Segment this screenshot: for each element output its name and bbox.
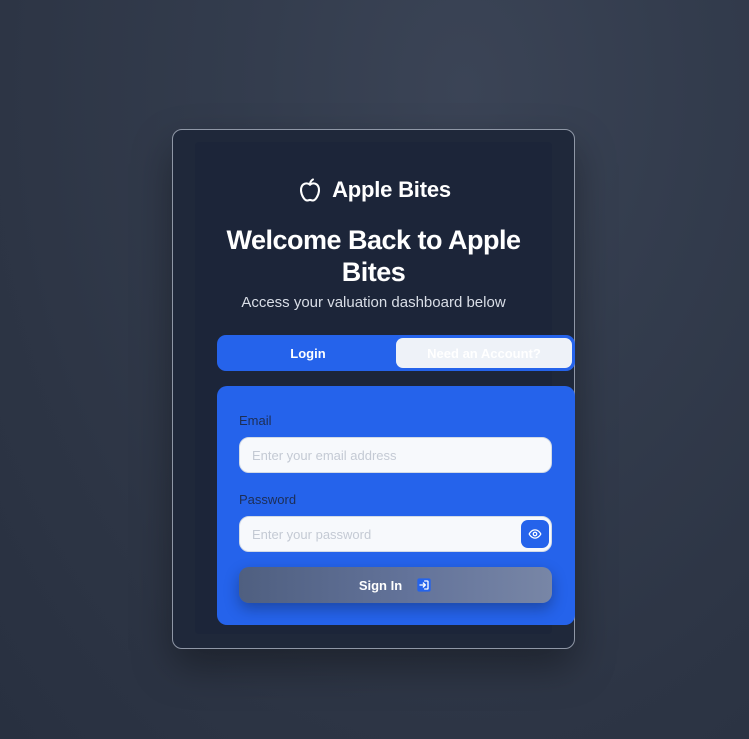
brand-header: Apple Bites — [195, 176, 552, 204]
card-content: Apple Bites Welcome Back to Apple Bites … — [195, 142, 575, 634]
email-label: Email — [239, 413, 272, 428]
page-subtitle: Access your valuation dashboard below — [241, 294, 506, 311]
eye-icon — [528, 529, 542, 539]
page-title: Welcome Back to Apple Bites — [226, 225, 521, 287]
login-form: Email Password Sign In — [217, 386, 575, 625]
tab-need-account[interactable]: Need an Account? — [396, 338, 572, 368]
brand-name: Apple Bites — [332, 177, 451, 202]
auth-tabs: Login Need an Account? — [217, 335, 575, 371]
tab-login[interactable]: Login — [220, 338, 396, 368]
password-label: Password — [239, 492, 297, 507]
password-field[interactable] — [239, 516, 552, 552]
sign-in-button[interactable]: Sign In — [239, 567, 552, 603]
login-card: Apple Bites Welcome Back to Apple Bites … — [172, 129, 575, 649]
sign-in-icon — [417, 578, 431, 592]
sign-in-label: Sign In — [358, 577, 403, 593]
email-field[interactable] — [239, 437, 552, 473]
apple-icon — [300, 178, 321, 202]
toggle-password-visibility-button[interactable] — [521, 520, 549, 548]
